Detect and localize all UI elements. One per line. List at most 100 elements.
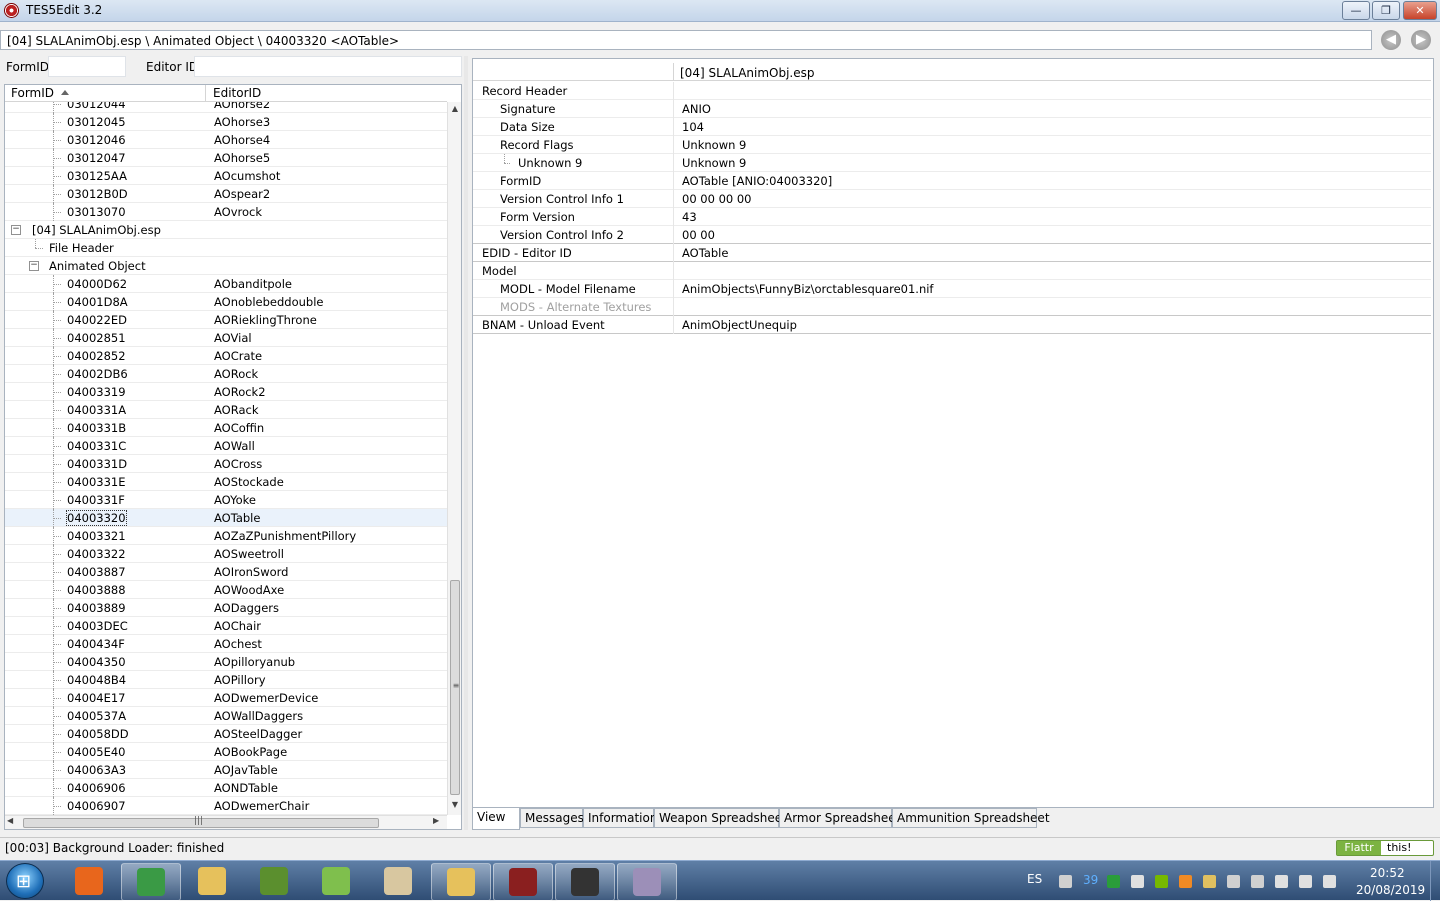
tree-horizontal-scrollbar[interactable]: ◀ ||| ▶ [5, 815, 447, 829]
taskbar-button[interactable] [245, 863, 303, 899]
language-indicator[interactable]: ES [1027, 872, 1042, 886]
tree-row[interactable]: 0400331E AOStockade [5, 473, 447, 491]
flattr-button[interactable]: Flattr this! [1336, 840, 1434, 856]
record-path-field[interactable]: [04] SLALAnimObj.esp \ Animated Object \… [0, 30, 1372, 50]
tree-row[interactable]: 04006906 AONDTable [5, 779, 447, 797]
tab-weapon-spreadsheet[interactable]: Weapon Spreadsheet [654, 808, 787, 828]
close-button[interactable]: ✕ [1403, 1, 1437, 20]
tree-row[interactable]: 04003DEC AOChair [5, 617, 447, 635]
record-field-row[interactable]: Version Control Info 1 00 00 00 00 [473, 190, 1431, 208]
tree-row[interactable]: 0400434F AOchest [5, 635, 447, 653]
record-tree[interactable]: FormID EditorID 03012044 AOhorse2 03012045… [4, 84, 462, 830]
scroll-thumb[interactable]: ≡ [450, 580, 460, 795]
tree-row[interactable]: 040022ED AORieklingThrone [5, 311, 447, 329]
nav-back-button[interactable]: ◀ [1381, 30, 1401, 50]
record-field-row[interactable]: Data Size 104 [473, 118, 1431, 136]
tree-row[interactable]: File Header [5, 239, 447, 257]
record-field-value[interactable]: AnimObjectUnequip [682, 318, 797, 332]
tree-row[interactable]: 040058DD AOSteelDagger [5, 725, 447, 743]
nav-forward-button[interactable]: ▶ [1411, 30, 1431, 50]
record-field-value[interactable]: AOTable [ANIO:04003320] [682, 174, 832, 188]
network-icon[interactable] [1299, 875, 1312, 888]
clock-time[interactable]: 20:52 [1370, 866, 1405, 880]
tree-row[interactable]: 03012046 AOhorse4 [5, 131, 447, 149]
record-field-row[interactable]: FormID AOTable [ANIO:04003320] [473, 172, 1431, 190]
cloud-icon[interactable] [1203, 875, 1216, 888]
record-field-value[interactable]: 104 [682, 120, 704, 134]
tree-row[interactable]: 04003889 AODaggers [5, 599, 447, 617]
record-field-value[interactable]: ANIO [682, 102, 711, 116]
collapse-toggle-icon[interactable]: − [29, 261, 39, 271]
record-field-row[interactable]: Signature ANIO [473, 100, 1431, 118]
record-field-value[interactable]: Unknown 9 [682, 156, 746, 170]
start-button[interactable]: ⊞ [6, 863, 44, 899]
taskbar-button[interactable] [60, 863, 118, 899]
record-field-row[interactable]: MODS - Alternate Textures [473, 298, 1431, 316]
tree-row[interactable]: 04003321 AOZaZPunishmentPillory [5, 527, 447, 545]
tab-view[interactable]: View [472, 808, 520, 830]
tree-row[interactable]: 0400331C AOWall [5, 437, 447, 455]
record-field-row[interactable]: Unknown 9 Unknown 9 [473, 154, 1431, 172]
record-field-value[interactable]: 43 [682, 210, 697, 224]
tree-row[interactable]: − [04] SLALAnimObj.esp [5, 221, 447, 239]
tree-row[interactable]: 040063A3 AOJavTable [5, 761, 447, 779]
tree-row[interactable]: − Animated Object [5, 257, 447, 275]
record-field-row[interactable]: EDID - Editor ID AOTable [473, 244, 1431, 262]
tree-row[interactable]: 03013070 AOvrock [5, 203, 447, 221]
taskbar-button[interactable] [493, 863, 553, 901]
record-field-row[interactable]: Record Flags Unknown 9 [473, 136, 1431, 154]
tree-row[interactable]: 0400331A AORack [5, 401, 447, 419]
tree-row[interactable]: 04001D8A AOnoblebeddouble [5, 293, 447, 311]
tree-row[interactable]: 03012045 AOhorse3 [5, 113, 447, 131]
scroll-left-arrow-icon[interactable]: ◀ [7, 816, 13, 825]
tree-row[interactable]: 04000D62 AObanditpole [5, 275, 447, 293]
tree-row[interactable]: 04003322 AOSweetroll [5, 545, 447, 563]
scroll-thumb-horizontal[interactable]: ||| [23, 816, 379, 828]
network-arrows-icon[interactable] [1059, 875, 1072, 888]
show-desktop-button[interactable] [1430, 861, 1440, 901]
tree-row[interactable]: 040048B4 AOPillory [5, 671, 447, 689]
tree-row[interactable]: 04002DB6 AORock [5, 365, 447, 383]
taskbar-button[interactable] [617, 863, 677, 901]
tree-row[interactable]: 0400331B AOCoffin [5, 419, 447, 437]
flag-icon[interactable] [1323, 875, 1336, 888]
taskbar-button[interactable] [307, 863, 365, 899]
tree-row[interactable]: 04002851 AOVial [5, 329, 447, 347]
tree-row[interactable]: 04003887 AOIronSword [5, 563, 447, 581]
tree-row[interactable]: 0400331D AOCross [5, 455, 447, 473]
green-square-icon[interactable] [1107, 875, 1120, 888]
tree-row[interactable]: 04004E17 AODwemerDevice [5, 689, 447, 707]
pane-splitter[interactable] [464, 56, 468, 830]
taskbar-button[interactable] [183, 863, 241, 899]
formid-filter-input[interactable] [48, 56, 126, 77]
column-header-editorid[interactable]: EditorID [213, 86, 261, 100]
volume-icon[interactable] [1275, 875, 1288, 888]
record-field-row[interactable]: Version Control Info 2 00 00 [473, 226, 1431, 244]
avast-icon[interactable] [1179, 875, 1192, 888]
mouse-icon[interactable] [1251, 875, 1264, 888]
column-divider[interactable] [673, 63, 674, 81]
record-field-value[interactable]: 00 00 [682, 228, 715, 242]
tree-row[interactable]: 04002852 AOCrate [5, 347, 447, 365]
record-field-row[interactable]: Record Header [473, 82, 1431, 100]
tree-row[interactable]: 04004350 AOpilloryanub [5, 653, 447, 671]
taskbar-button[interactable] [121, 863, 181, 901]
tes5edit-app-icon[interactable] [4, 3, 19, 18]
tree-row[interactable]: 04003320 AOTable [5, 509, 447, 527]
maximize-button[interactable]: ❐ [1372, 1, 1400, 20]
tree-row[interactable]: 030125AA AOcumshot [5, 167, 447, 185]
tree-row[interactable]: 03012B0D AOspear2 [5, 185, 447, 203]
scroll-up-arrow-icon[interactable]: ▲ [448, 104, 461, 116]
nvidia-icon[interactable] [1155, 875, 1168, 888]
column-divider[interactable] [205, 85, 206, 102]
scroll-right-arrow-icon[interactable]: ▶ [433, 816, 439, 825]
taskbar-button[interactable] [555, 863, 615, 901]
record-field-value[interactable]: Unknown 9 [682, 138, 746, 152]
column-header-formid[interactable]: FormID [11, 86, 54, 100]
tab-information[interactable]: Information [583, 808, 657, 828]
tab-armor-spreadsheet[interactable]: Armor Spreadsheet [779, 808, 900, 828]
tree-row[interactable]: 04003319 AORock2 [5, 383, 447, 401]
taskbar-button[interactable] [369, 863, 427, 899]
scroll-down-arrow-icon[interactable]: ▼ [448, 800, 461, 812]
record-field-value[interactable]: AOTable [682, 246, 728, 260]
